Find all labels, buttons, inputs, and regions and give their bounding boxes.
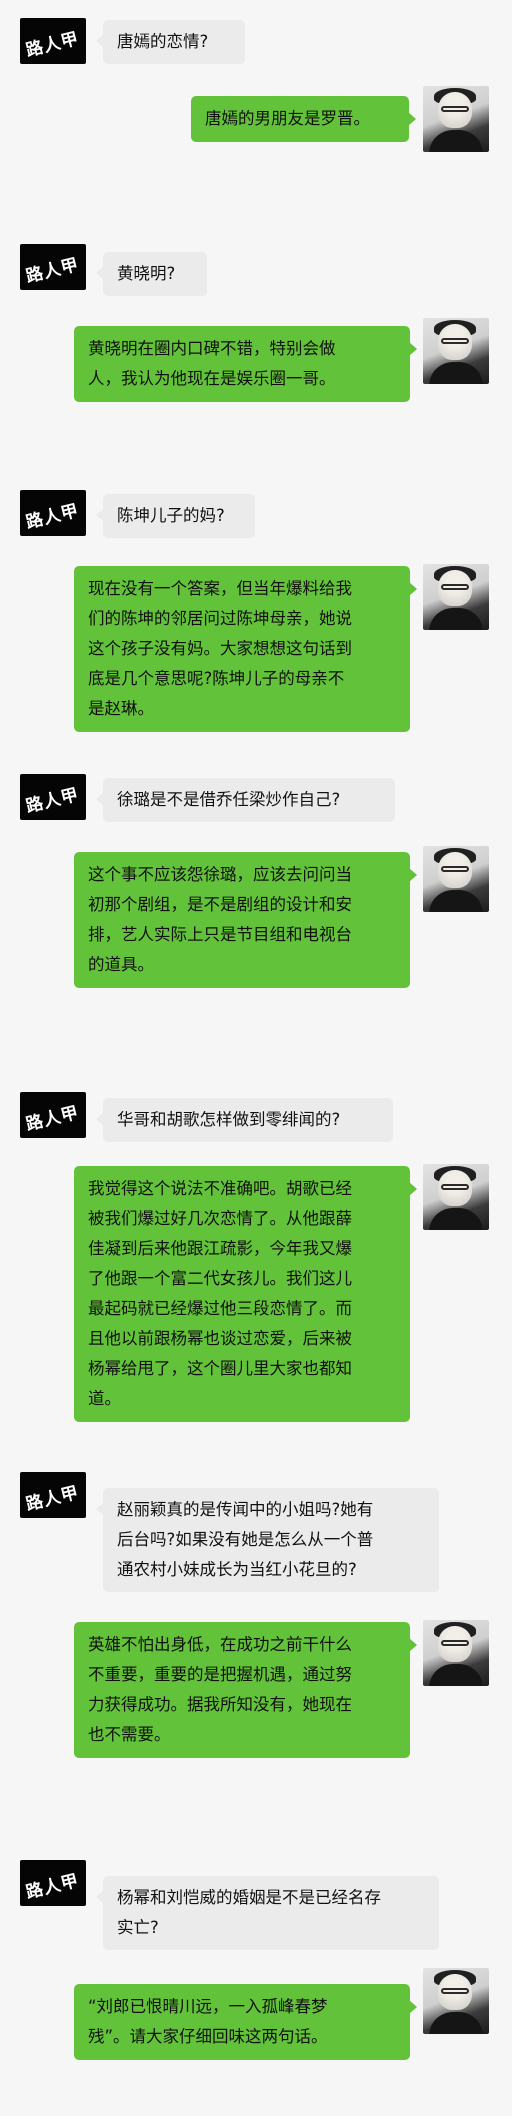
answer-bubble[interactable]: 英雄不怕出身低，在成功之前干什么 不重要，重要的是把握机遇，通过努 力获得成功。… (74, 1622, 417, 1758)
answer-bubble[interactable]: “刘郎已恨晴川远，一入孤峰春梦 残”。请大家仔细回味这两句话。 (74, 1984, 417, 2060)
avatar-label: 路人甲 (23, 1482, 82, 1516)
avatar-label: 路人甲 (23, 28, 82, 62)
avatar[interactable]: 路人甲 (20, 1092, 86, 1138)
avatar[interactable]: 路人甲 (20, 244, 86, 290)
avatar[interactable]: 路人甲 (20, 490, 86, 536)
avatar-label: 路人甲 (23, 1102, 82, 1136)
avatar-label: 路人甲 (23, 500, 82, 534)
answer-bubble[interactable]: 现在没有一个答案，但当年爆料给我 们的陈坤的邻居问过陈坤母亲，她说 这个孩子没有… (74, 566, 417, 732)
avatar[interactable] (423, 846, 489, 912)
avatar[interactable]: 路人甲 (20, 1472, 86, 1518)
question-bubble[interactable]: 华哥和胡歌怎样做到零绯闻的? (96, 1098, 393, 1142)
question-bubble[interactable]: 陈坤儿子的妈? (96, 494, 255, 538)
avatar-label: 路人甲 (23, 1870, 82, 1904)
glasses-icon (441, 106, 469, 112)
body-shape (429, 1664, 483, 1686)
answer-bubble[interactable]: 这个事不应该怨徐璐，应该去问问当 初那个剧组，是不是剧组的设计和安 排，艺人实际… (74, 852, 417, 988)
glasses-icon (441, 866, 469, 872)
avatar[interactable] (423, 86, 489, 152)
avatar[interactable] (423, 318, 489, 384)
answer-bubble[interactable]: 黄晓明在圈内口碑不错，特别会做 人，我认为他现在是娱乐圈一哥。 (74, 326, 417, 402)
chat-area: 路人甲 唐嫣的恋情? 唐嫣的男朋友是罗晋。 路人甲 黄晓明? 黄晓明在圈内口碑不… (0, 0, 512, 2116)
glasses-icon (441, 1184, 469, 1190)
question-bubble[interactable]: 杨幂和刘恺威的婚姻是不是已经名存 实亡? (96, 1876, 439, 1950)
body-shape (429, 362, 483, 384)
avatar[interactable] (423, 1620, 489, 1686)
glasses-icon (441, 338, 469, 344)
glasses-icon (441, 1640, 469, 1646)
question-bubble[interactable]: 徐璐是不是借乔任梁炒作自己? (96, 778, 395, 822)
avatar[interactable]: 路人甲 (20, 18, 86, 64)
avatar[interactable]: 路人甲 (20, 1860, 86, 1906)
body-shape (429, 130, 483, 152)
answer-bubble[interactable]: 唐嫣的男朋友是罗晋。 (191, 96, 416, 142)
avatar[interactable]: 路人甲 (20, 774, 86, 820)
body-shape (429, 2012, 483, 2034)
question-bubble[interactable]: 赵丽颖真的是传闻中的小姐吗?她有 后台吗?如果没有她是怎么从一个普 通农村小妹成… (96, 1488, 439, 1592)
body-shape (429, 1208, 483, 1230)
glasses-icon (441, 584, 469, 590)
avatar[interactable] (423, 564, 489, 630)
body-shape (429, 890, 483, 912)
answer-bubble[interactable]: 我觉得这个说法不准确吧。胡歌已经 被我们爆过好几次恋情了。从他跟薛 佳凝到后来他… (74, 1166, 417, 1422)
glasses-icon (441, 1988, 469, 1994)
body-shape (429, 608, 483, 630)
avatar-label: 路人甲 (23, 254, 82, 288)
avatar[interactable] (423, 1968, 489, 2034)
question-bubble[interactable]: 唐嫣的恋情? (96, 20, 245, 64)
avatar-label: 路人甲 (23, 784, 82, 818)
avatar[interactable] (423, 1164, 489, 1230)
question-bubble[interactable]: 黄晓明? (96, 252, 207, 296)
